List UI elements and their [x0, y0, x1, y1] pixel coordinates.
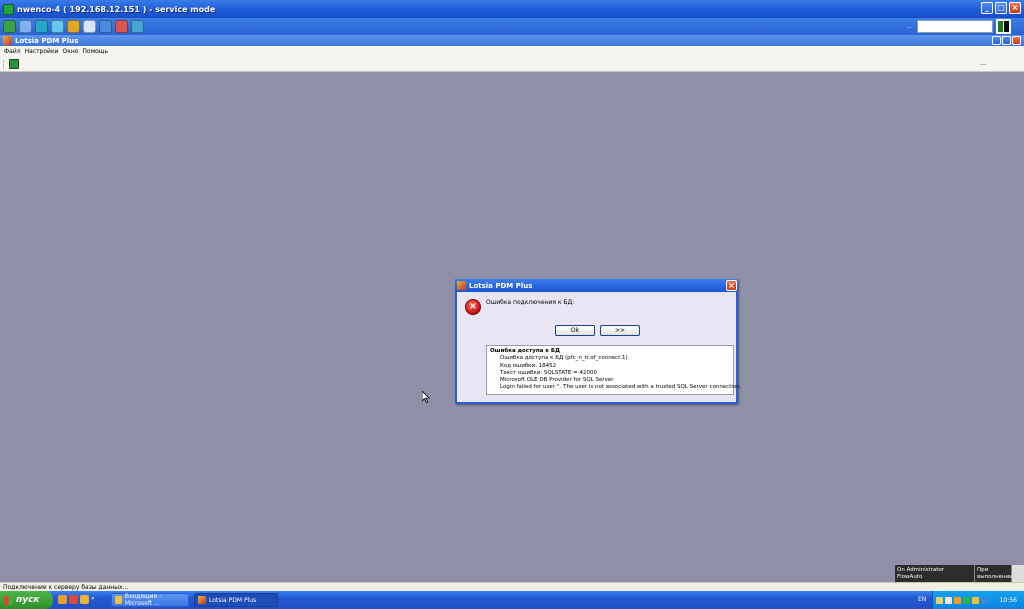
- ok-button[interactable]: Ok: [555, 325, 595, 336]
- start-button[interactable]: пуск: [0, 591, 53, 609]
- dialog-title-bar: Lotsia PDM Plus: [455, 279, 738, 292]
- language-indicator[interactable]: EN: [918, 596, 926, 603]
- tray-app-icon[interactable]: [981, 596, 988, 604]
- task-label: Входящие - Microsoft ...: [124, 593, 162, 607]
- dialog-close-button[interactable]: ×: [726, 280, 737, 291]
- dialog-message: Ошибка подключения к БД:: [486, 299, 575, 306]
- users-icon[interactable]: [131, 20, 144, 33]
- system-tray: 10:56: [932, 591, 1024, 609]
- details-heading: Ошибка доступа к БД: [490, 348, 560, 354]
- task-label: Lotsia PDM Plus: [209, 596, 257, 604]
- tray-sum-icon[interactable]: [972, 596, 979, 604]
- tray-security-icon[interactable]: [954, 596, 961, 604]
- taskbar: пуск » Входящие - Microsoft ... Lotsia P…: [0, 591, 1024, 609]
- chat-icon[interactable]: [99, 20, 112, 33]
- calculator-icon[interactable]: [9, 59, 19, 69]
- menu-file[interactable]: Файл: [4, 48, 21, 55]
- details-line: Ошибка доступа к БД (pfc_n_tr.of_connect…: [500, 355, 628, 362]
- toolbar-more[interactable]: ...: [980, 60, 986, 67]
- maximize-button[interactable]: □: [995, 2, 1007, 14]
- toolbar-overflow[interactable]: ..: [907, 22, 911, 30]
- notification-scrollbar[interactable]: [1012, 565, 1024, 582]
- tray-status-icon[interactable]: [963, 596, 970, 604]
- menu-settings[interactable]: Настройки: [25, 48, 59, 55]
- refresh-icon[interactable]: [51, 20, 64, 33]
- details-line: Код ошибки: 18452: [500, 362, 557, 369]
- app-icon: [3, 36, 12, 45]
- app-toolbar: ...: [0, 57, 1024, 72]
- notification-status: При выполнении: [975, 565, 1013, 582]
- signal-icon: [996, 19, 1011, 34]
- dialog-app-icon: [457, 281, 466, 290]
- tray-volume-icon[interactable]: [945, 596, 952, 604]
- notification-line: выполнении: [977, 573, 1013, 580]
- quick-launch: »: [58, 595, 100, 604]
- menu-help[interactable]: Помощь: [82, 48, 108, 55]
- app-close-button[interactable]: [1012, 36, 1021, 45]
- globe-icon[interactable]: [35, 20, 48, 33]
- menu-window[interactable]: Окно: [62, 48, 78, 55]
- notification-main[interactable]: On Administrator FlowAuto: [895, 565, 975, 582]
- error-icon: ×: [465, 299, 481, 315]
- network-icon[interactable]: [115, 20, 128, 33]
- notification-panel: On Administrator FlowAuto При выполнении: [895, 565, 1024, 582]
- mail-icon: [115, 596, 122, 604]
- app-shortcut-icon[interactable]: [80, 595, 89, 604]
- rdp-window-controls: _ □ ×: [981, 2, 1021, 14]
- rdp-title: nwenco-4 ( 192.168.12.151 ) - service mo…: [17, 4, 216, 14]
- task-outlook[interactable]: Входящие - Microsoft ...: [111, 593, 189, 607]
- mouse-cursor-icon: [422, 391, 430, 403]
- quicklaunch-more[interactable]: »: [91, 595, 100, 604]
- rdp-toolbar: ..: [0, 18, 1024, 35]
- status-bar: Подключение к серверу базы данных...: [0, 582, 1024, 591]
- details-line: Login failed for user ''. The user is no…: [500, 384, 742, 391]
- rdp-title-bar: nwenco-4 ( 192.168.12.151 ) - service mo…: [0, 0, 1024, 18]
- windows-logo-icon: [4, 595, 13, 605]
- rdp-command-input[interactable]: [917, 20, 993, 33]
- error-dialog: Lotsia PDM Plus × × Ошибка подключения к…: [455, 279, 742, 404]
- start-label: пуск: [16, 595, 40, 605]
- details-line: Текст ошибки: SQLSTATE = 42000: [500, 369, 597, 376]
- connect-icon[interactable]: [3, 20, 16, 33]
- clock[interactable]: 10:56: [1000, 597, 1017, 604]
- dialog-title: Lotsia PDM Plus: [469, 281, 533, 290]
- app-window-controls: [992, 36, 1021, 45]
- app-restore-button[interactable]: [1002, 36, 1011, 45]
- browser-icon[interactable]: [58, 595, 67, 604]
- notification-line: FlowAuto: [897, 573, 923, 580]
- app-title: Lotsia PDM Plus: [15, 36, 79, 45]
- toolbar-grip[interactable]: [3, 60, 5, 69]
- spelling-icon[interactable]: [83, 20, 96, 33]
- app-title-bar: Lotsia PDM Plus: [0, 35, 1024, 46]
- lotsia-icon: [198, 596, 206, 604]
- error-details: Ошибка доступа к БД Ошибка доступа к БД …: [486, 345, 742, 395]
- media-icon[interactable]: [69, 595, 78, 604]
- window-icon[interactable]: [19, 20, 32, 33]
- details-button[interactable]: >>: [600, 325, 640, 336]
- rdp-app-icon: [3, 3, 14, 15]
- minimize-button[interactable]: _: [981, 2, 993, 14]
- app-minimize-button[interactable]: [992, 36, 1001, 45]
- task-lotsia[interactable]: Lotsia PDM Plus: [194, 593, 278, 607]
- tray-network-icon[interactable]: [936, 596, 943, 604]
- close-button[interactable]: ×: [1009, 2, 1021, 14]
- details-line: Microsoft OLE DB Provider for SQL Server: [500, 377, 614, 384]
- transfer-icon[interactable]: [67, 20, 80, 33]
- menu-bar: Файл Настройки Окно Помощь: [0, 46, 1024, 57]
